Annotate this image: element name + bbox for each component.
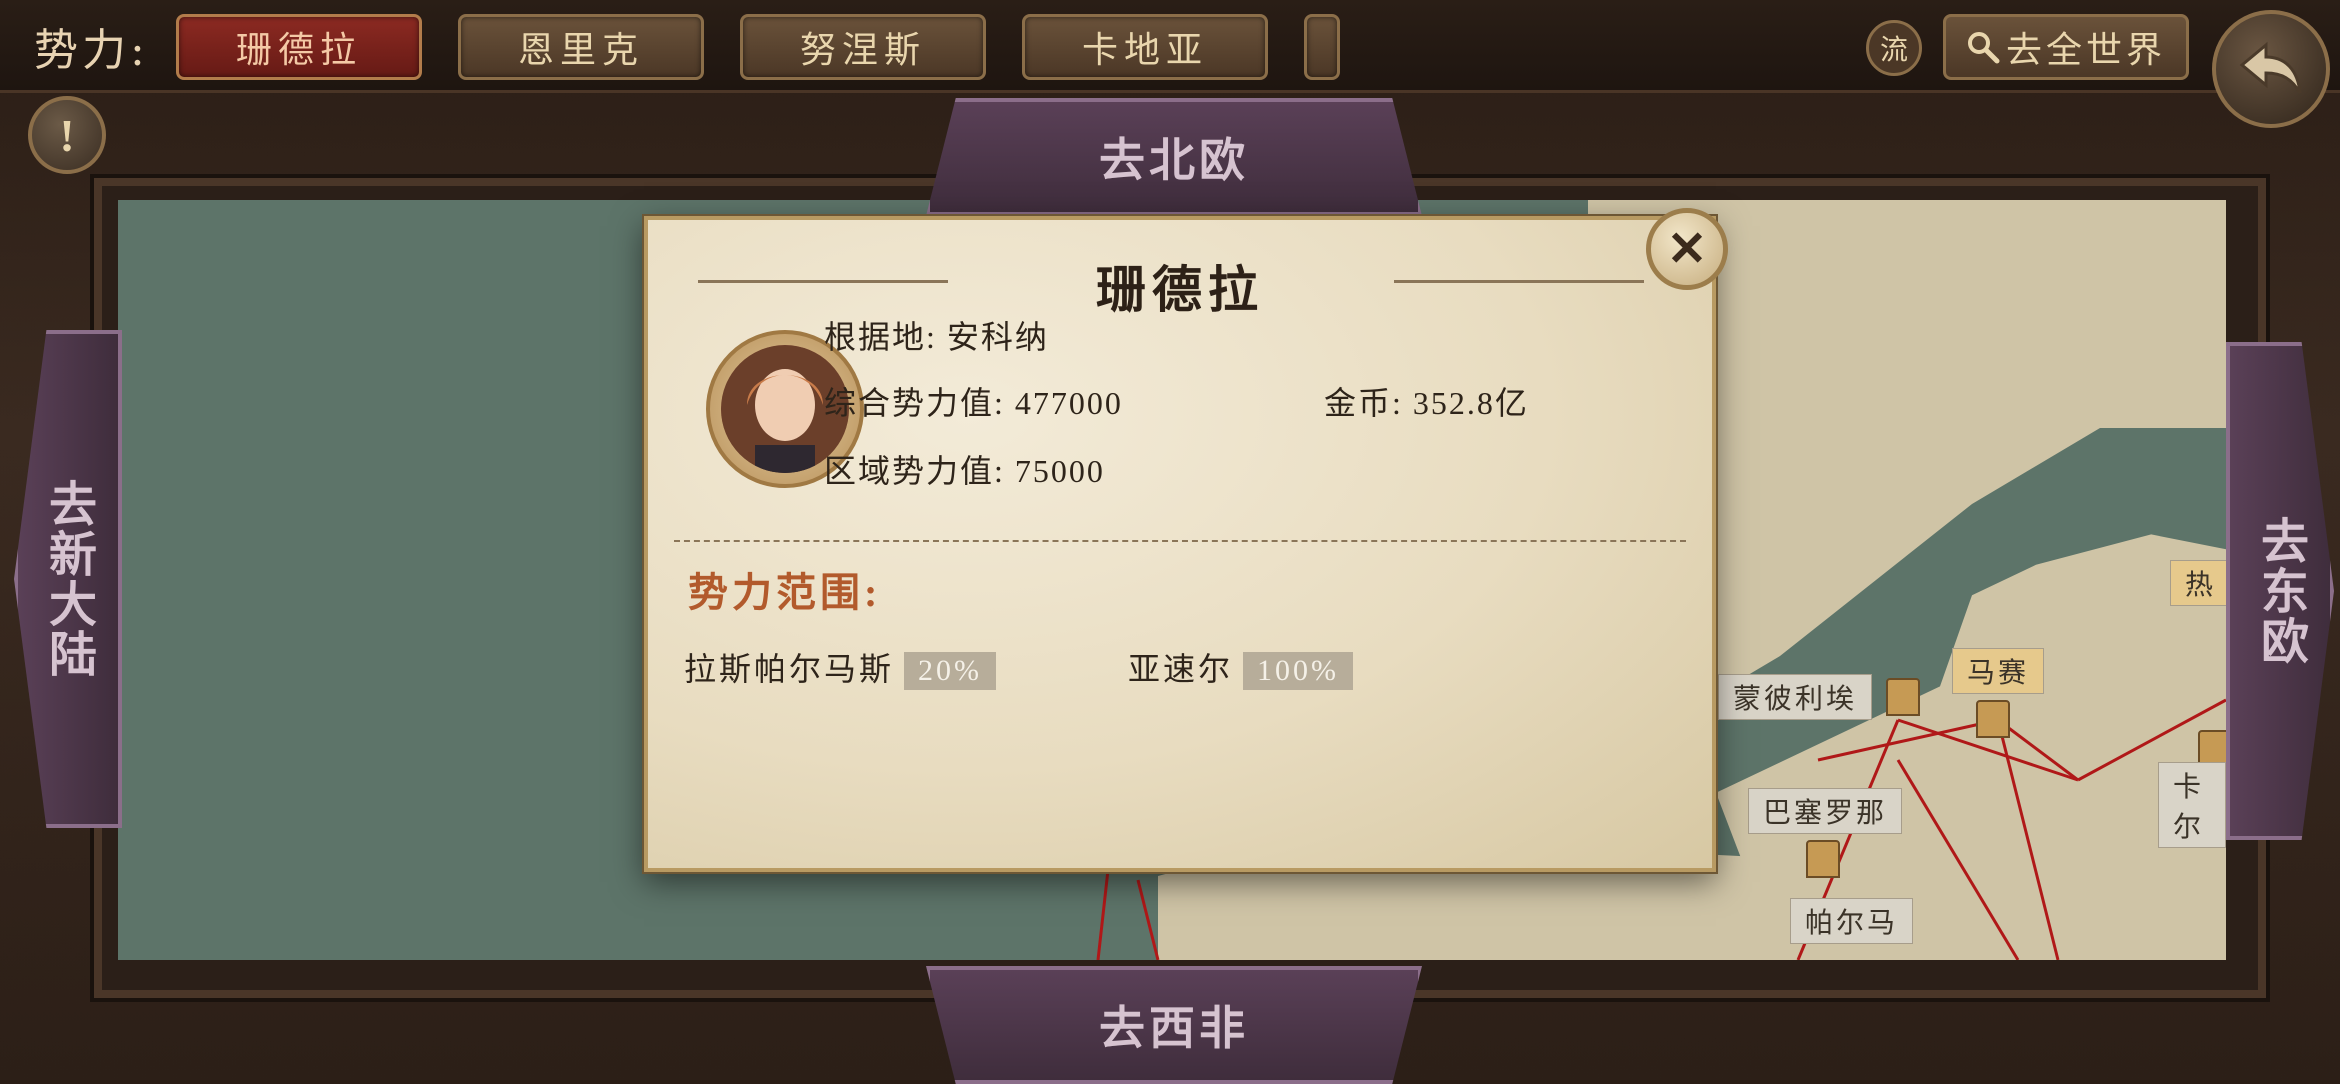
dialog-title: 珊德拉: [1096, 262, 1264, 318]
scope-item: 亚速尔 100%: [1128, 644, 1354, 690]
scope-title: 势力范围:: [688, 570, 882, 615]
total-power-value: 477000: [1014, 385, 1123, 421]
top-bar: 势力: 珊德拉 恩里克 努涅斯 卡地亚 流 去全世界: [0, 0, 2340, 93]
search-icon: [1967, 32, 2000, 64]
scope-city: 拉斯帕尔马斯: [684, 651, 895, 687]
faction-label: 势力:: [34, 25, 149, 76]
go-south-button[interactable]: 去西非: [926, 966, 1422, 1084]
city-icon[interactable]: [1886, 678, 1920, 716]
scope-percent: 100%: [1243, 652, 1354, 690]
base-label: 根据地:: [824, 319, 937, 355]
city-label[interactable]: 卡尔: [2158, 762, 2226, 848]
back-arrow-icon: [2239, 41, 2302, 94]
tab-faction-more[interactable]: [1304, 14, 1340, 80]
back-button[interactable]: [2212, 10, 2330, 128]
go-east-button[interactable]: 去东欧: [2226, 342, 2334, 840]
city-label[interactable]: 蒙彼利埃: [1718, 674, 1873, 720]
go-north-button[interactable]: 去北欧: [926, 98, 1422, 216]
gold-row: 金币: 352.8亿: [1324, 378, 1529, 424]
go-world-label: 去全世界: [2005, 30, 2166, 71]
gold-label: 金币:: [1324, 385, 1403, 421]
tab-faction-3[interactable]: 努涅斯: [740, 14, 986, 80]
tab-faction-4[interactable]: 卡地亚: [1022, 14, 1268, 80]
scope-percent: 20%: [904, 652, 997, 690]
alert-button[interactable]: !: [28, 96, 106, 174]
city-label[interactable]: 帕尔马: [1790, 898, 1914, 944]
total-power-label: 综合势力值:: [824, 385, 1005, 421]
gold-value: 352.8亿: [1412, 385, 1529, 421]
go-west-button[interactable]: 去新大陆: [14, 330, 122, 828]
scope-item: 拉斯帕尔马斯 20%: [684, 644, 997, 690]
region-power-label: 区域势力值:: [824, 453, 1005, 489]
region-power-value: 75000: [1014, 453, 1105, 489]
tab-faction-2[interactable]: 恩里克: [458, 14, 704, 80]
base-row: 根据地: 安科纳: [824, 312, 1049, 358]
city-label[interactable]: 热: [2170, 560, 2226, 606]
city-label[interactable]: 马赛: [1952, 648, 2045, 694]
base-value: 安科纳: [946, 319, 1049, 355]
close-button[interactable]: ✕: [1646, 208, 1728, 290]
total-power-row: 综合势力值: 477000: [824, 378, 1123, 424]
city-label[interactable]: 巴塞罗那: [1748, 788, 1903, 834]
scope-city: 亚速尔: [1128, 651, 1234, 687]
city-icon[interactable]: [1806, 840, 1840, 878]
go-world-button[interactable]: 去全世界: [1943, 14, 2189, 80]
region-power-row: 区域势力值: 75000: [824, 446, 1105, 492]
tab-faction-1[interactable]: 珊德拉: [176, 14, 422, 80]
flow-button[interactable]: 流: [1866, 20, 1922, 76]
faction-info-dialog: 珊德拉 根据地: 安科纳 综合势力值: 477000 金币: 352.8亿 区域…: [644, 216, 1716, 872]
city-icon[interactable]: [1976, 700, 2010, 738]
divider: [674, 540, 1686, 542]
